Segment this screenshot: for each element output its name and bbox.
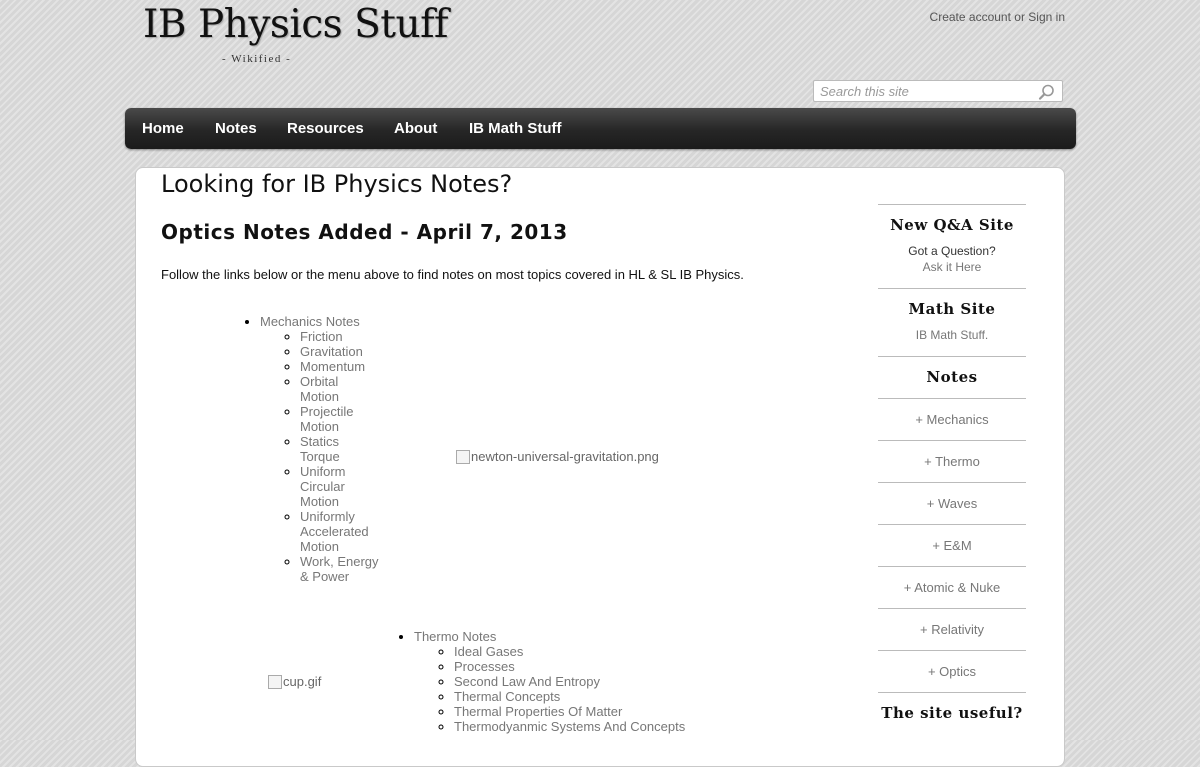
- list-item: Thermal Properties Of Matter: [454, 704, 734, 719]
- sidebar-item-optics[interactable]: + Optics: [878, 650, 1026, 692]
- create-account-link[interactable]: Create account: [930, 10, 1011, 24]
- mechanics-notes-list: Mechanics Notes Friction Gravitation Mom…: [260, 314, 380, 584]
- list-item: Second Law And Entropy: [454, 674, 734, 689]
- image-alt-text: newton-universal-gravitation.png: [471, 449, 659, 464]
- sidebar-item-atomic-nuke[interactable]: + Atomic & Nuke: [878, 566, 1026, 608]
- qa-question-text: Got a Question?: [908, 244, 996, 258]
- thermal-properties-link[interactable]: Thermal Properties Of Matter: [454, 704, 622, 719]
- nav-notes[interactable]: Notes: [215, 120, 257, 137]
- list-item: Friction: [300, 329, 380, 344]
- cup-image: cup.gif: [268, 674, 321, 689]
- site-useful-title: The site useful?: [881, 704, 1023, 722]
- sidebar-item-em[interactable]: + E&M: [878, 524, 1026, 566]
- nav-resources[interactable]: Resources: [287, 120, 364, 137]
- sidebar: New Q&A Site Got a Question? Ask it Here…: [878, 204, 1026, 732]
- list-item: Orbital Motion: [300, 374, 380, 404]
- uniform-circular-motion-link[interactable]: Uniform Circular Motion: [300, 464, 346, 509]
- projectile-motion-link[interactable]: Projectile Motion: [300, 404, 353, 434]
- search-box: [813, 80, 1063, 102]
- nav-about[interactable]: About: [394, 120, 437, 137]
- search-icon[interactable]: [1038, 83, 1056, 101]
- list-item: Thermo Notes Ideal Gases Processes Secon…: [414, 629, 734, 734]
- friction-link[interactable]: Friction: [300, 329, 343, 344]
- newton-gravitation-image: newton-universal-gravitation.png: [456, 449, 659, 464]
- mechanics-sublist: Friction Gravitation Momentum Orbital Mo…: [260, 329, 380, 584]
- sign-in-link[interactable]: Sign in: [1028, 10, 1065, 24]
- thermo-notes-link[interactable]: Thermo Notes: [414, 629, 496, 644]
- statics-torque-link[interactable]: Statics Torque: [300, 434, 340, 464]
- list-item: Statics Torque: [300, 434, 380, 464]
- account-links: Create account or Sign in: [930, 10, 1065, 24]
- search-input[interactable]: [814, 81, 1030, 101]
- ask-it-here-link[interactable]: Ask it Here: [878, 260, 1026, 274]
- sidebar-item-relativity[interactable]: + Relativity: [878, 608, 1026, 650]
- nav-ib-math-stuff[interactable]: IB Math Stuff: [469, 120, 561, 137]
- sidebar-item-mechanics[interactable]: + Mechanics: [878, 398, 1026, 440]
- list-item: Processes: [454, 659, 734, 674]
- broken-image-icon: [456, 449, 470, 464]
- math-site-block: Math Site IB Math Stuff.: [878, 288, 1026, 356]
- uniformly-accelerated-motion-link[interactable]: Uniformly Accelerated Motion: [300, 509, 369, 554]
- image-alt-text: cup.gif: [283, 674, 322, 689]
- list-item: Mechanics Notes Friction Gravitation Mom…: [260, 314, 380, 584]
- or-text: or: [1014, 10, 1025, 24]
- notes-block: Notes: [878, 356, 1026, 398]
- thermodynamic-systems-link[interactable]: Thermodyanmic Systems And Concepts: [454, 719, 685, 734]
- math-site-title: Math Site: [908, 300, 996, 318]
- list-item: Thermal Concepts: [454, 689, 734, 704]
- qa-site-title: New Q&A Site: [890, 216, 1014, 234]
- gravitation-link[interactable]: Gravitation: [300, 344, 363, 359]
- thermo-notes-list: Thermo Notes Ideal Gases Processes Secon…: [414, 629, 734, 734]
- mechanics-notes-link[interactable]: Mechanics Notes: [260, 314, 360, 329]
- section-heading: Optics Notes Added - April 7, 2013: [161, 220, 568, 244]
- intro-text: Follow the links below or the menu above…: [161, 267, 744, 282]
- site-title[interactable]: IB Physics Stuff: [143, 2, 448, 47]
- page-title: Looking for IB Physics Notes?: [161, 170, 513, 198]
- thermal-concepts-link[interactable]: Thermal Concepts: [454, 689, 560, 704]
- qa-site-block: New Q&A Site Got a Question? Ask it Here: [878, 204, 1026, 288]
- ideal-gases-link[interactable]: Ideal Gases: [454, 644, 523, 659]
- list-item: Projectile Motion: [300, 404, 380, 434]
- list-item: Gravitation: [300, 344, 380, 359]
- ib-math-stuff-link[interactable]: IB Math Stuff.: [878, 328, 1026, 342]
- work-energy-power-link[interactable]: Work, Energy & Power: [300, 554, 379, 584]
- sidebar-item-thermo[interactable]: + Thermo: [878, 440, 1026, 482]
- list-item: Thermodyanmic Systems And Concepts: [454, 719, 734, 734]
- list-item: Uniform Circular Motion: [300, 464, 380, 509]
- list-item: Uniformly Accelerated Motion: [300, 509, 380, 554]
- orbital-motion-link[interactable]: Orbital Motion: [300, 374, 339, 404]
- processes-link[interactable]: Processes: [454, 659, 515, 674]
- second-law-entropy-link[interactable]: Second Law And Entropy: [454, 674, 600, 689]
- site-subtitle: - Wikified -: [222, 53, 292, 65]
- thermo-sublist: Ideal Gases Processes Second Law And Ent…: [414, 644, 734, 734]
- broken-image-icon: [268, 674, 282, 689]
- main-navbar: Home Notes Resources About IB Math Stuff: [125, 108, 1076, 149]
- list-item: Momentum: [300, 359, 380, 374]
- notes-title: Notes: [926, 368, 978, 386]
- list-item: Work, Energy & Power: [300, 554, 380, 584]
- nav-home[interactable]: Home: [142, 120, 184, 137]
- site-useful-block: The site useful?: [878, 692, 1026, 732]
- sidebar-item-waves[interactable]: + Waves: [878, 482, 1026, 524]
- list-item: Ideal Gases: [454, 644, 734, 659]
- momentum-link[interactable]: Momentum: [300, 359, 365, 374]
